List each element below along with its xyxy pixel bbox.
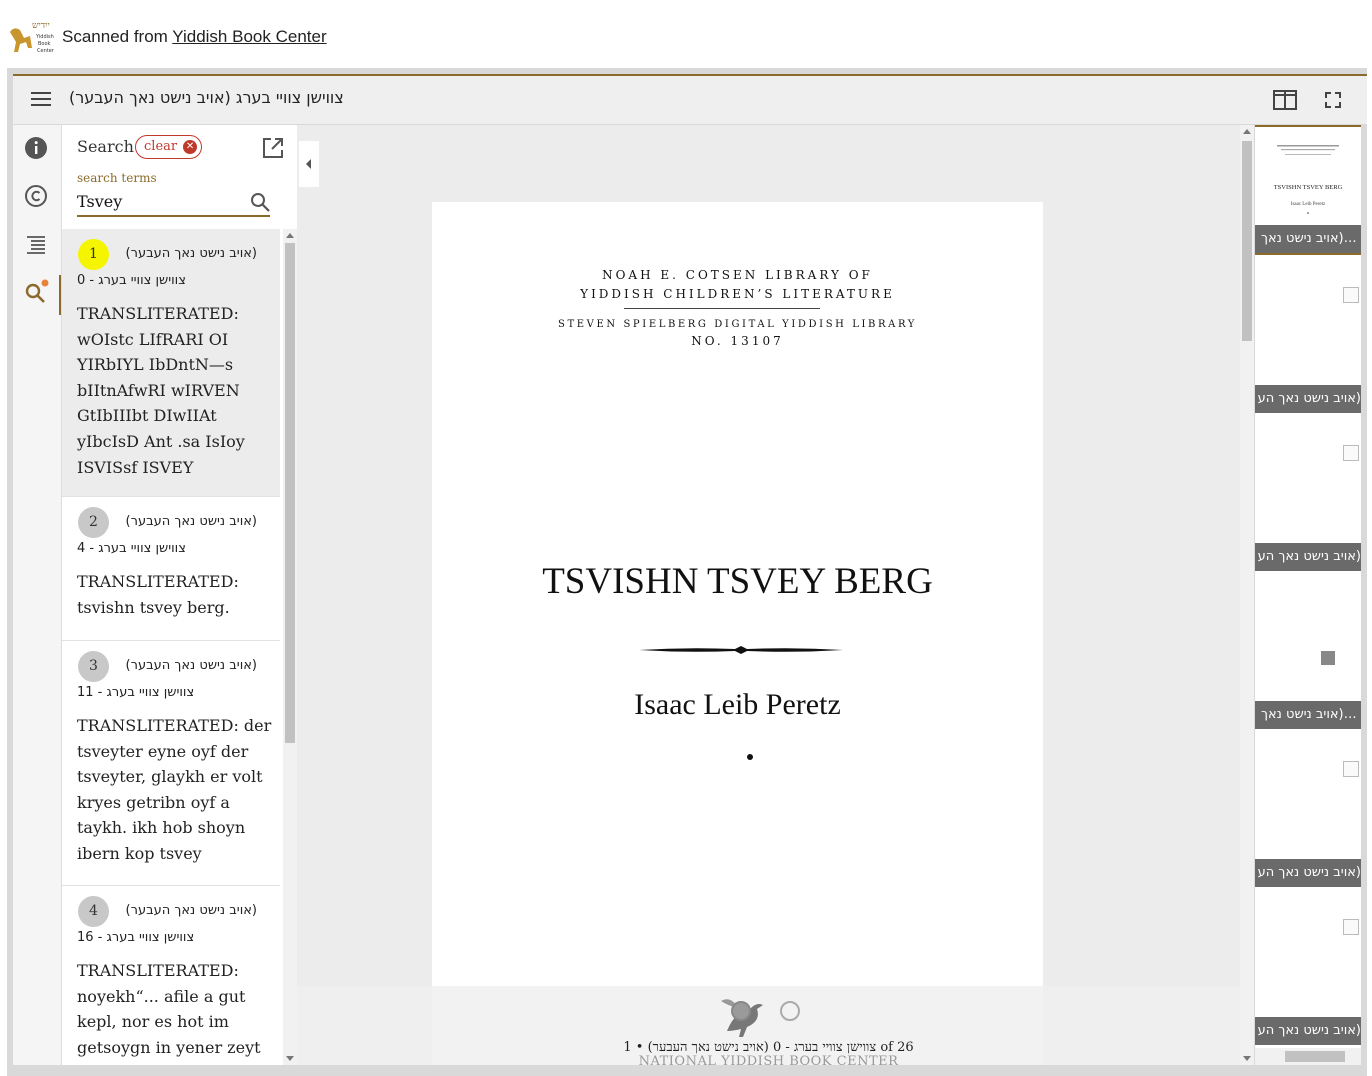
thumbnail[interactable]: (אויב נישט נאך הע: [1255, 441, 1361, 571]
search-results: 1 (אויב נישט נאך העבער) צווישן צוויי בער…: [62, 229, 280, 1065]
ornament-icon: [639, 646, 843, 654]
page-library-line: NOAH E. COTSEN LIBRARY OF: [602, 268, 873, 282]
hamburger-icon[interactable]: [31, 92, 51, 108]
result-number: 3: [78, 651, 109, 682]
svg-text:Isaac Leib Peretz: Isaac Leib Peretz: [1291, 202, 1326, 207]
broken-image-icon: [1343, 761, 1359, 777]
page-title: TSVISHN TSVEY BERG: [542, 561, 933, 602]
result-subtitle: צווישן צוויי בערג - 0: [77, 273, 186, 288]
clear-label: clear: [144, 139, 178, 154]
clear-search-button[interactable]: clear ✕: [135, 135, 203, 159]
open-in-new-icon[interactable]: [262, 137, 284, 159]
thumbnail-label: (אויב נישט נאך הע: [1255, 859, 1361, 887]
result-number: 2: [78, 507, 109, 538]
banner-prefix: Scanned from: [62, 27, 168, 46]
book-view-icon[interactable]: [1273, 90, 1297, 110]
results-scroll-thumb[interactable]: [285, 243, 295, 743]
result-number: 1: [78, 239, 109, 270]
svg-text:ייִדיש: ייִדיש: [32, 21, 50, 31]
page-navigation: צווישן צוויי בערג - 0 (אויב נישט נאך העב…: [297, 986, 1240, 1069]
result-number: 4: [78, 896, 109, 927]
thumbnail[interactable]: TSVISHN TSVEY BERG Isaac Leib Peretz …(א…: [1255, 125, 1361, 255]
document-title: צווישן צוויי בערג (אויב נישט נאך העבער): [69, 88, 344, 107]
index-list-icon[interactable]: [23, 231, 49, 257]
close-icon: ✕: [183, 140, 198, 154]
search-icon[interactable]: [23, 279, 49, 305]
search-submit-icon[interactable]: [249, 191, 271, 213]
thumbnail-label: (אויב נישט נאך הע: [1255, 1017, 1361, 1045]
scroll-up-icon[interactable]: [286, 233, 294, 238]
thumbnail-image: TSVISHN TSVEY BERG Isaac Leib Peretz: [1274, 145, 1343, 214]
thumbnail[interactable]: (אויב נישט נאך הע: [1255, 283, 1361, 413]
canvas-area: NOAH E. COTSEN LIBRARY OF YIDDISH CHILDR…: [297, 125, 1240, 1069]
canvas-scrollbar[interactable]: [1240, 125, 1254, 1065]
yiddish-book-center-link[interactable]: Yiddish Book Center: [172, 27, 326, 46]
previous-page-button[interactable]: [731, 1001, 751, 1021]
page-dot: [747, 754, 753, 760]
viewer: צווישן צוויי בערג (אויב נישט נאך העבער): [7, 68, 1367, 1076]
scroll-down-icon[interactable]: [286, 1056, 294, 1061]
canvas-scroll-thumb[interactable]: [1242, 141, 1252, 341]
search-result[interactable]: 4 (אויב נישט נאך העבער) צווישן צוויי בער…: [62, 886, 280, 1065]
search-panel: Search clear ✕ search terms 1 (אויב נישט…: [61, 125, 297, 1065]
search-input[interactable]: [77, 187, 270, 217]
result-snippet: TRANSLITERATED: wOIstc LIfRARI OI YIRbIY…: [77, 304, 245, 477]
page-number-line: NO. 13107: [691, 334, 784, 348]
collapse-sidebar-button[interactable]: [299, 141, 319, 187]
thumbnail-label: (אויב נישט נאך הע: [1255, 385, 1361, 413]
search-heading: Search: [77, 137, 134, 156]
result-subtitle: צווישן צוויי בערג - 16: [77, 930, 195, 945]
result-subtitle: צווישן צוויי בערג - 4: [77, 541, 186, 556]
thumbnail[interactable]: (אויב נישט נאך הע: [1255, 757, 1361, 887]
result-snippet: TRANSLITERATED: der tsveyter eyne oyf de…: [77, 716, 272, 863]
thumbnail-image: [1321, 651, 1335, 665]
yiddish-book-center-logo: ייִדיש Yiddish Book Center: [6, 18, 56, 56]
thumbnail-scrollbar[interactable]: [1255, 1048, 1361, 1065]
thumbnail-strip: TSVISHN TSVEY BERG Isaac Leib Peretz …(א…: [1255, 125, 1361, 1065]
banner-text: Scanned from Yiddish Book Center: [62, 27, 327, 47]
page-author: Isaac Leib Peretz: [634, 688, 841, 721]
search-result[interactable]: 2 (אויב נישט נאך העבער) צווישן צוויי בער…: [62, 497, 280, 641]
svg-text:Center: Center: [37, 48, 55, 54]
results-scrollbar[interactable]: [283, 229, 297, 1065]
scroll-down-icon[interactable]: [1243, 1056, 1251, 1061]
scroll-up-icon[interactable]: [1243, 129, 1251, 134]
chevron-left-icon: [306, 159, 311, 169]
thumbnail-scroll-thumb[interactable]: [1285, 1051, 1345, 1062]
banner: ייִדיש Yiddish Book Center Scanned from …: [0, 0, 1372, 68]
svg-text:TSVISHN TSVEY BERG: TSVISHN TSVEY BERG: [1274, 184, 1343, 191]
thumbnail-label: …(אויב נישט נאך: [1255, 225, 1361, 253]
broken-image-icon: [1343, 919, 1359, 935]
result-title: (אויב נישט נאך העבער): [125, 246, 257, 261]
page-footer-text: NATIONAL YIDDISH BOOK CENTER: [638, 1054, 899, 1069]
top-toolbar: צווישן צוויי בערג (אויב נישט נאך העבער): [13, 74, 1367, 124]
page-series-line: STEVEN SPIELBERG DIGITAL YIDDISH LIBRARY: [558, 319, 917, 330]
thumbnail-label: …(אויב נישט נאך: [1255, 701, 1361, 729]
search-terms-label: search terms: [77, 171, 157, 185]
svg-text:Book: Book: [38, 41, 51, 47]
result-snippet: TRANSLITERATED: tsvishn tsvey berg.: [77, 572, 239, 617]
page-caption: צווישן צוויי בערג - 0 (אויב נישט נאך העב…: [623, 1040, 914, 1055]
copyright-icon[interactable]: [23, 183, 49, 209]
page-rule: [624, 308, 820, 309]
result-title: (אויב נישט נאך העבער): [125, 514, 257, 529]
result-title: (אויב נישט נאך העבער): [125, 658, 257, 673]
broken-image-icon: [1343, 287, 1359, 303]
page-library-line: YIDDISH CHILDREN’S LITERATURE: [580, 287, 895, 301]
thumbnail[interactable]: …(אויב נישט נאך: [1255, 599, 1361, 729]
broken-image-icon: [1343, 445, 1359, 461]
search-result[interactable]: 1 (אויב נישט נאך העבער) צווישן צוויי בער…: [62, 229, 280, 497]
sidebar-rail: [13, 125, 61, 1065]
info-icon[interactable]: [23, 135, 49, 161]
search-result[interactable]: 3 (אויב נישט נאך העבער) צווישן צוויי בער…: [62, 641, 280, 886]
result-title: (אויב נישט נאך העבער): [125, 903, 257, 918]
next-page-button[interactable]: [780, 1001, 800, 1021]
result-subtitle: צווישן צוויי בערג - 11: [77, 685, 195, 700]
svg-text:Yiddish: Yiddish: [35, 34, 54, 40]
thumbnail[interactable]: (אויב נישט נאך הע: [1255, 915, 1361, 1045]
result-snippet: TRANSLITERATED: noyekh“... afile a gut k…: [77, 961, 261, 1057]
page-image: NOAH E. COTSEN LIBRARY OF YIDDISH CHILDR…: [432, 202, 1043, 1065]
fullscreen-icon[interactable]: [1323, 90, 1343, 110]
thumbnail-label: (אויב נישט נאך הע: [1255, 543, 1361, 571]
